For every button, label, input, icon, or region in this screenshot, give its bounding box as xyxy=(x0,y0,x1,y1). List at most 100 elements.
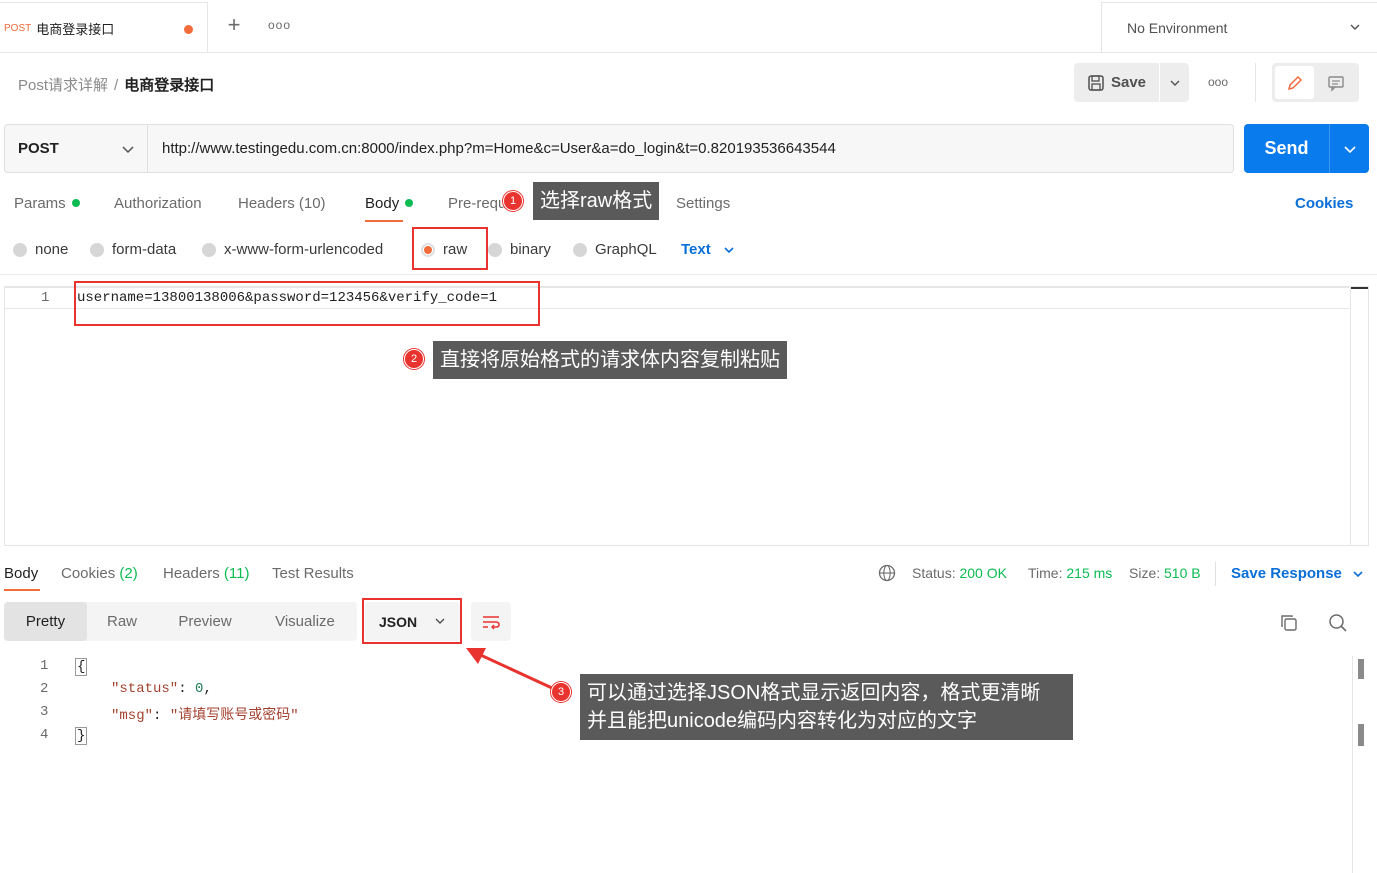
active-indicator-dot xyxy=(405,199,414,208)
body-type-binary-label: binary xyxy=(510,241,551,258)
json-value: "请填写账号或密码" xyxy=(169,708,299,724)
cookies-link[interactable]: Cookies xyxy=(1295,195,1353,212)
time-value: 215 ms xyxy=(1066,565,1113,581)
chevron-down-icon xyxy=(1350,24,1360,30)
chevron-down-icon xyxy=(122,146,134,154)
save-response-button[interactable]: Save Response xyxy=(1231,565,1364,582)
breadcrumb-parent[interactable]: Post请求详解 xyxy=(18,77,108,94)
json-open-brace: { xyxy=(75,658,88,676)
tab-body[interactable]: Body xyxy=(365,195,414,212)
radio-icon xyxy=(90,242,104,257)
method-select[interactable]: POST xyxy=(4,124,148,173)
copy-icon[interactable] xyxy=(1279,613,1299,633)
editor-scrollbar[interactable] xyxy=(1350,287,1368,545)
annotation-callout-3-line2: 并且能把unicode编码内容转化为对应的文字 xyxy=(587,710,978,732)
body-type-none-label: none xyxy=(35,241,69,258)
save-icon xyxy=(1088,74,1104,91)
chevron-down-icon xyxy=(1343,145,1356,153)
save-button[interactable]: Save xyxy=(1074,63,1159,102)
raw-format-select[interactable]: Text xyxy=(681,241,735,258)
body-type-graphql[interactable]: GraphQL xyxy=(573,241,657,258)
response-tab-cookies[interactable]: Cookies (2) xyxy=(61,565,138,582)
environment-select[interactable]: No Environment xyxy=(1101,2,1377,53)
line-number: 4 xyxy=(40,727,49,743)
unsaved-dot xyxy=(184,25,193,34)
json-close-brace: } xyxy=(75,727,88,745)
annotation-callout-2: 直接将原始格式的请求体内容复制粘贴 xyxy=(433,341,787,379)
body-type-binary[interactable]: binary xyxy=(488,241,551,258)
tab-settings[interactable]: Settings xyxy=(676,195,730,212)
search-icon[interactable] xyxy=(1328,613,1348,633)
tab-params[interactable]: Params xyxy=(14,195,80,212)
send-button[interactable]: Send xyxy=(1244,124,1329,173)
tab-authorization[interactable]: Authorization xyxy=(114,195,202,212)
annotation-arrow-icon xyxy=(466,648,553,690)
annotation-callout-1: 选择raw格式 xyxy=(533,182,660,220)
method-label: POST xyxy=(18,140,59,157)
line-number: 1 xyxy=(40,658,49,674)
active-tab-underline xyxy=(365,220,403,222)
scrollbar-thumb[interactable] xyxy=(1358,724,1364,746)
json-key: "status" xyxy=(111,681,179,697)
response-scrollbar[interactable] xyxy=(1352,656,1377,873)
save-dropdown-button[interactable] xyxy=(1160,63,1189,102)
environment-label: No Environment xyxy=(1127,20,1228,36)
chevron-down-icon xyxy=(724,246,734,253)
active-tab-underline xyxy=(4,589,40,591)
tab-headers-label: Headers xyxy=(238,195,295,212)
response-tab-cookies-label: Cookies xyxy=(61,565,116,582)
time-label: Time: xyxy=(1028,565,1063,581)
status-value: 200 OK xyxy=(959,565,1007,581)
cookies-count: (2) xyxy=(119,565,138,582)
chevron-down-icon xyxy=(1353,570,1363,577)
globe-icon[interactable] xyxy=(878,564,896,582)
line-number: 1 xyxy=(41,290,50,306)
line-number: 3 xyxy=(40,704,49,720)
more-actions-button[interactable]: ooo xyxy=(1208,75,1228,89)
scrollbar-thumb[interactable] xyxy=(1351,287,1368,289)
tab-pre-request-script[interactable]: Pre-requ xyxy=(448,195,506,212)
tab-headers[interactable]: Headers (10) xyxy=(238,195,326,212)
chevron-down-icon xyxy=(1170,80,1179,86)
tab-method: POST xyxy=(4,22,32,34)
response-tab-headers-label: Headers xyxy=(163,565,220,582)
wrap-lines-button[interactable] xyxy=(471,602,511,641)
json-key: "msg" xyxy=(111,708,154,724)
new-tab-button[interactable]: + xyxy=(222,14,246,38)
more-tabs-button[interactable]: ooo xyxy=(268,18,291,32)
size-label: Size: xyxy=(1129,565,1161,581)
json-line-status: "status": 0, xyxy=(111,681,212,697)
response-status: Status: 200 OK xyxy=(912,565,1007,581)
send-dropdown-button[interactable] xyxy=(1329,124,1369,173)
body-type-urlencoded[interactable]: x-www-form-urlencoded xyxy=(202,241,383,258)
response-tab-body[interactable]: Body xyxy=(4,565,38,582)
comments-button[interactable] xyxy=(1318,66,1354,99)
view-preview-button[interactable]: Preview xyxy=(157,602,253,641)
scrollbar-thumb[interactable] xyxy=(1358,659,1364,679)
body-type-form-data[interactable]: form-data xyxy=(90,241,176,258)
radio-icon xyxy=(202,242,216,257)
divider xyxy=(1215,562,1216,586)
view-visualize-button[interactable]: Visualize xyxy=(253,602,357,641)
body-type-none[interactable]: none xyxy=(13,241,68,258)
tab-body-label: Body xyxy=(365,195,400,212)
size-value: 510 B xyxy=(1164,565,1201,581)
view-pretty-button[interactable]: Pretty xyxy=(4,602,87,641)
annotation-badge-2: 2 xyxy=(404,349,424,369)
request-tab[interactable]: POST 电商登录接口 xyxy=(0,2,208,53)
annotation-callout-3: 可以通过选择JSON格式显示返回内容，格式更清晰 并且能把unicode编码内容… xyxy=(580,674,1073,740)
edit-mode-button[interactable] xyxy=(1275,66,1314,99)
radio-icon xyxy=(573,242,587,257)
tab-name: 电商登录接口 xyxy=(36,21,115,37)
body-type-form-data-label: form-data xyxy=(112,241,177,258)
response-tab-test-results[interactable]: Test Results xyxy=(272,565,354,582)
raw-format-label: Text xyxy=(681,241,711,258)
breadcrumb-current[interactable]: 电商登录接口 xyxy=(124,77,214,94)
breadcrumb: Post请求详解 / 电商登录接口 xyxy=(18,74,214,95)
url-input[interactable]: http://www.testingedu.com.cn:8000/index.… xyxy=(148,124,1234,173)
view-raw-button[interactable]: Raw xyxy=(87,602,157,641)
annotation-badge-3: 3 xyxy=(551,682,571,702)
response-tab-headers[interactable]: Headers (11) xyxy=(163,565,249,582)
divider xyxy=(0,274,1377,275)
save-response-label: Save Response xyxy=(1231,565,1342,582)
